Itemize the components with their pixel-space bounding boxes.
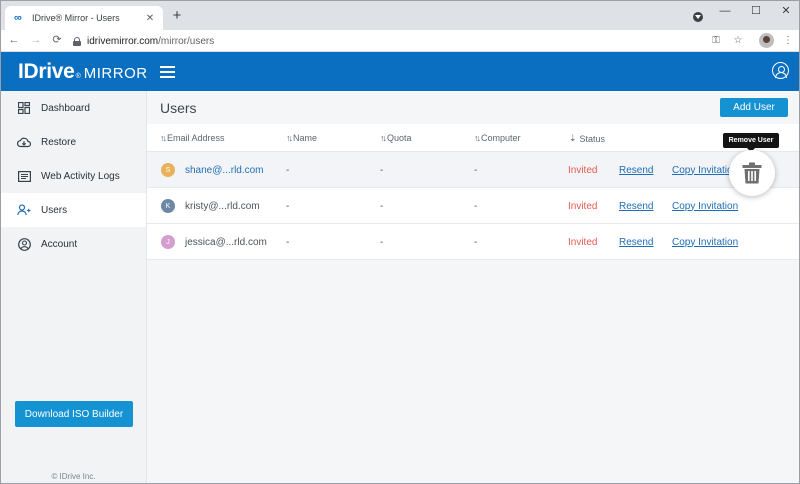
remove-user-button[interactable] bbox=[729, 150, 775, 196]
app-header: IDrive ® MIRROR bbox=[1, 52, 799, 91]
table-row[interactable]: J jessica@...rld.com - - - Invited Resen… bbox=[147, 224, 799, 260]
minimize-button[interactable]: — bbox=[713, 4, 737, 18]
column-header-quota[interactable]: ↑↓ Quota bbox=[380, 133, 412, 143]
reload-icon[interactable]: ⟳ bbox=[50, 33, 64, 47]
sidebar-item-account[interactable]: Account bbox=[1, 227, 146, 261]
computer-cell: - bbox=[474, 200, 478, 212]
computer-cell: - bbox=[474, 236, 478, 248]
account-icon bbox=[17, 237, 31, 251]
email-text: jessica@...rld.com bbox=[185, 236, 267, 248]
column-header-email[interactable]: ↑↓ Email Address bbox=[160, 133, 225, 143]
address-bar[interactable]: idrivemirror.com/mirror/users bbox=[73, 32, 753, 50]
quota-cell: - bbox=[380, 200, 384, 212]
email-cell: S shane@...rld.com bbox=[161, 152, 264, 188]
sort-icon: ↑↓ bbox=[160, 133, 167, 143]
user-profile-icon[interactable] bbox=[772, 62, 789, 79]
users-table: ↑↓ Email Address ↑↓ Name ↑↓ Quota ↑↓ Compute… bbox=[147, 124, 799, 260]
main-content: Users Add User ↑↓ Email Address ↑↓ Name ↑↓… bbox=[147, 91, 799, 483]
menu-icon[interactable]: ⋮ bbox=[781, 34, 795, 48]
trash-icon bbox=[742, 162, 762, 184]
idrive-favicon-icon: ∞ bbox=[14, 12, 22, 24]
status-badge: Invited bbox=[568, 164, 598, 176]
status-badge: Invited bbox=[568, 200, 598, 212]
remove-user-tooltip: Remove User bbox=[723, 133, 779, 152]
tab-search-icon[interactable] bbox=[693, 12, 703, 22]
copyright-text: © IDrive Inc. bbox=[51, 472, 96, 481]
avatar: J bbox=[161, 235, 175, 249]
sort-icon: ⇣ bbox=[569, 133, 576, 143]
lock-icon bbox=[73, 36, 81, 46]
copy-invitation-link[interactable]: Copy Invitation bbox=[672, 224, 738, 260]
browser-window: ∞ IDrive® Mirror - Users ✕ + — ☐ ✕ ← → ⟳… bbox=[0, 0, 800, 484]
sort-icon: ↑↓ bbox=[380, 133, 387, 143]
resend-link[interactable]: Resend bbox=[619, 152, 653, 188]
browser-toolbar: ← → ⟳ idrivemirror.com/mirror/users ⚿ ☆ … bbox=[1, 30, 799, 52]
column-header-computer[interactable]: ↑↓ Computer bbox=[474, 133, 521, 143]
email-text: shane@...rld.com bbox=[185, 164, 264, 176]
column-header-name[interactable]: ↑↓ Name bbox=[286, 133, 317, 143]
key-icon[interactable]: ⚿ bbox=[709, 34, 723, 48]
idrive-mirror-logo: IDrive ® MIRROR bbox=[18, 60, 148, 83]
sidebar: Dashboard Restore Web Activity Logs User… bbox=[1, 91, 147, 483]
resend-link[interactable]: Resend bbox=[619, 224, 653, 260]
cloud-restore-icon bbox=[17, 135, 31, 149]
column-header-status[interactable]: ⇣ Status bbox=[569, 133, 605, 144]
email-cell: K kristy@...rld.com bbox=[161, 188, 260, 224]
name-cell: - bbox=[286, 200, 290, 212]
forward-icon[interactable]: → bbox=[29, 33, 43, 47]
email-cell: J jessica@...rld.com bbox=[161, 224, 267, 260]
avatar: K bbox=[161, 199, 175, 213]
quota-cell: - bbox=[380, 164, 384, 176]
browser-tab[interactable]: ∞ IDrive® Mirror - Users ✕ bbox=[5, 6, 163, 30]
new-tab-button[interactable]: + bbox=[170, 8, 184, 24]
profile-avatar-icon[interactable] bbox=[759, 33, 774, 48]
copy-invitation-link[interactable]: Copy Invitation bbox=[672, 188, 738, 224]
sidebar-item-restore[interactable]: Restore bbox=[1, 125, 146, 159]
status-badge: Invited bbox=[568, 236, 598, 248]
sort-icon: ↑↓ bbox=[286, 133, 293, 143]
url-text: idrivemirror.com/mirror/users bbox=[87, 35, 215, 47]
tab-title: IDrive® Mirror - Users bbox=[32, 13, 120, 23]
star-icon[interactable]: ☆ bbox=[731, 34, 745, 48]
sort-icon: ↑↓ bbox=[474, 133, 481, 143]
email-text: kristy@...rld.com bbox=[185, 200, 260, 212]
logs-icon bbox=[17, 169, 31, 183]
table-row[interactable]: K kristy@...rld.com - - - Invited Resend… bbox=[147, 188, 799, 224]
add-user-button[interactable]: Add User bbox=[720, 98, 788, 117]
back-icon[interactable]: ← bbox=[7, 33, 21, 47]
computer-cell: - bbox=[474, 164, 478, 176]
name-cell: - bbox=[286, 236, 290, 248]
sidebar-item-users[interactable]: Users bbox=[1, 193, 146, 227]
users-icon bbox=[17, 203, 31, 217]
page-title: Users bbox=[160, 100, 197, 116]
sidebar-item-web-activity-logs[interactable]: Web Activity Logs bbox=[1, 159, 146, 193]
resend-link[interactable]: Resend bbox=[619, 188, 653, 224]
dashboard-icon bbox=[17, 101, 31, 115]
quota-cell: - bbox=[380, 236, 384, 248]
table-row[interactable]: S shane@...rld.com - - - Invited Resend … bbox=[147, 152, 799, 188]
sidebar-item-dashboard[interactable]: Dashboard bbox=[1, 91, 146, 125]
avatar: S bbox=[161, 163, 175, 177]
tab-strip: ∞ IDrive® Mirror - Users ✕ + — ☐ ✕ bbox=[1, 1, 799, 30]
hamburger-menu-icon[interactable] bbox=[160, 66, 175, 78]
download-iso-builder-button[interactable]: Download ISO Builder bbox=[15, 401, 133, 427]
window-close-button[interactable]: ✕ bbox=[774, 4, 798, 18]
maximize-button[interactable]: ☐ bbox=[744, 4, 768, 18]
tab-close-icon[interactable]: ✕ bbox=[143, 13, 157, 24]
name-cell: - bbox=[286, 164, 290, 176]
table-header: ↑↓ Email Address ↑↓ Name ↑↓ Quota ↑↓ Compute… bbox=[147, 124, 799, 152]
